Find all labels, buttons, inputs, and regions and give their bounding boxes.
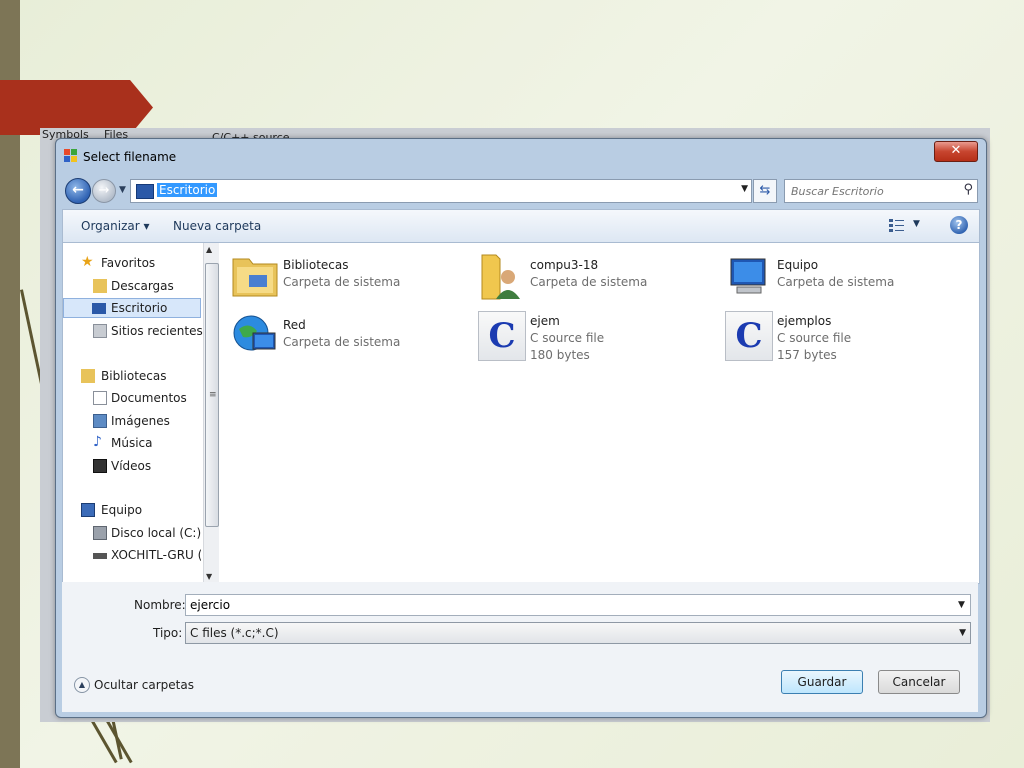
- type-label: Tipo:: [153, 626, 183, 640]
- libraries-folder-icon: [232, 258, 278, 297]
- address-location: Escritorio: [157, 183, 218, 197]
- user-folder-icon: [481, 254, 520, 300]
- file-item[interactable]: Bibliotecas Carpeta de sistema: [231, 251, 471, 307]
- music-note-icon: ♪: [93, 434, 102, 450]
- usb-drive-icon: [93, 553, 107, 559]
- nav-item-usb-drive[interactable]: XOCHITL-GRU (E: [63, 545, 201, 565]
- arrow-left-icon: ←: [72, 182, 84, 198]
- c-source-file-icon: C: [725, 311, 773, 361]
- dialog-body: ★ Favoritos Descargas Escritorio Sitios …: [62, 242, 980, 584]
- nav-item-pictures[interactable]: Imágenes: [63, 411, 201, 431]
- scroll-up-icon[interactable]: ▲: [206, 245, 212, 254]
- name-label: Nombre:: [134, 598, 186, 612]
- view-options-icon[interactable]: [889, 218, 905, 232]
- computer-icon: [81, 503, 95, 517]
- grip-icon: ≡: [209, 390, 217, 400]
- organize-button[interactable]: Organizar ▾: [81, 219, 150, 233]
- file-item[interactable]: Red Carpeta de sistema: [231, 311, 471, 367]
- recent-locations-dropdown[interactable]: ▼: [119, 185, 126, 195]
- downloads-folder-icon: [93, 279, 107, 293]
- search-box[interactable]: ⚲: [784, 179, 978, 203]
- save-button[interactable]: Guardar: [781, 670, 863, 694]
- dialog-footer: Nombre: ▼ Tipo: C files (*.c;*.C) ▼ ▲ Oc…: [62, 582, 978, 712]
- filename-input[interactable]: [185, 594, 971, 616]
- c-source-file-icon: C: [478, 311, 526, 361]
- nav-item-desktop[interactable]: Escritorio: [63, 298, 201, 318]
- nav-scrollbar[interactable]: ▲ ≡ ▼: [203, 243, 219, 583]
- dialog-titlebar[interactable]: Select filename ✕: [56, 139, 986, 173]
- nav-item-favorites[interactable]: ★ Favoritos: [63, 253, 201, 273]
- back-button[interactable]: ←: [65, 178, 91, 204]
- recent-places-icon: [93, 324, 107, 338]
- file-item[interactable]: Equipo Carpeta de sistema: [725, 251, 965, 307]
- file-list: Bibliotecas Carpeta de sistema compu3-18…: [223, 243, 979, 583]
- arrow-right-icon: →: [98, 183, 110, 198]
- videos-icon: [93, 459, 107, 473]
- search-icon[interactable]: ⚲: [963, 182, 973, 197]
- desktop-icon: [136, 184, 154, 199]
- file-type-value: C files (*.c;*.C): [190, 626, 279, 640]
- help-icon[interactable]: ?: [950, 216, 968, 234]
- slide-arrow-shape: [0, 80, 153, 135]
- hard-drive-icon: [93, 526, 107, 540]
- star-icon: ★: [81, 254, 94, 270]
- documents-icon: [93, 391, 107, 405]
- forward-button[interactable]: →: [92, 179, 116, 203]
- desktop-icon: [92, 303, 106, 314]
- file-item[interactable]: C ejem C source file 180 bytes: [478, 311, 718, 367]
- address-bar[interactable]: Escritorio ▼: [130, 179, 752, 203]
- nav-item-libraries[interactable]: Bibliotecas: [63, 366, 201, 386]
- computer-icon: [730, 258, 766, 294]
- network-globe-icon: [233, 315, 276, 351]
- libraries-icon: [81, 369, 95, 383]
- chevron-down-icon: ▼: [959, 628, 966, 638]
- dialog-title: Select filename: [83, 150, 177, 164]
- navigation-pane: ★ Favoritos Descargas Escritorio Sitios …: [63, 243, 203, 583]
- chevron-down-icon[interactable]: ▼: [741, 184, 748, 194]
- nav-item-computer[interactable]: Equipo: [63, 500, 201, 520]
- scrollbar-thumb[interactable]: ≡: [205, 263, 219, 527]
- nav-item-videos[interactable]: Vídeos: [63, 456, 201, 476]
- file-item[interactable]: compu3-18 Carpeta de sistema: [478, 251, 718, 307]
- cancel-button[interactable]: Cancelar: [878, 670, 960, 694]
- scroll-down-icon[interactable]: ▼: [206, 572, 212, 581]
- nav-item-local-disk[interactable]: Disco local (C:): [63, 523, 201, 543]
- filename-history-chevron-icon[interactable]: ▼: [958, 600, 965, 610]
- chevron-up-icon: ▲: [74, 677, 90, 693]
- command-toolbar: Organizar ▾ Nueva carpeta ▼ ?: [62, 209, 980, 242]
- nav-item-downloads[interactable]: Descargas: [63, 276, 201, 296]
- file-item[interactable]: C ejemplos C source file 157 bytes: [725, 311, 965, 367]
- app-icon: [64, 149, 77, 162]
- chevron-down-icon: ▼: [119, 185, 126, 195]
- close-icon: ✕: [950, 143, 962, 158]
- nav-item-recent-places[interactable]: Sitios recientes: [63, 321, 203, 341]
- new-folder-button[interactable]: Nueva carpeta: [173, 219, 261, 233]
- close-button[interactable]: ✕: [934, 141, 978, 162]
- view-dropdown-chevron-icon[interactable]: ▼: [913, 219, 920, 229]
- refresh-button[interactable]: ⇆: [753, 179, 777, 203]
- save-file-dialog: Select filename ✕ ← → ▼ Escritorio ▼ ⇆ ⚲…: [55, 138, 987, 718]
- hide-folders-label: Ocultar carpetas: [94, 678, 194, 692]
- pictures-icon: [93, 414, 107, 428]
- refresh-icon: ⇆: [759, 183, 771, 198]
- nav-item-music[interactable]: ♪ Música: [63, 433, 201, 453]
- nav-item-documents[interactable]: Documentos: [63, 388, 201, 408]
- file-type-select[interactable]: C files (*.c;*.C) ▼: [185, 622, 971, 644]
- search-input[interactable]: [785, 180, 958, 202]
